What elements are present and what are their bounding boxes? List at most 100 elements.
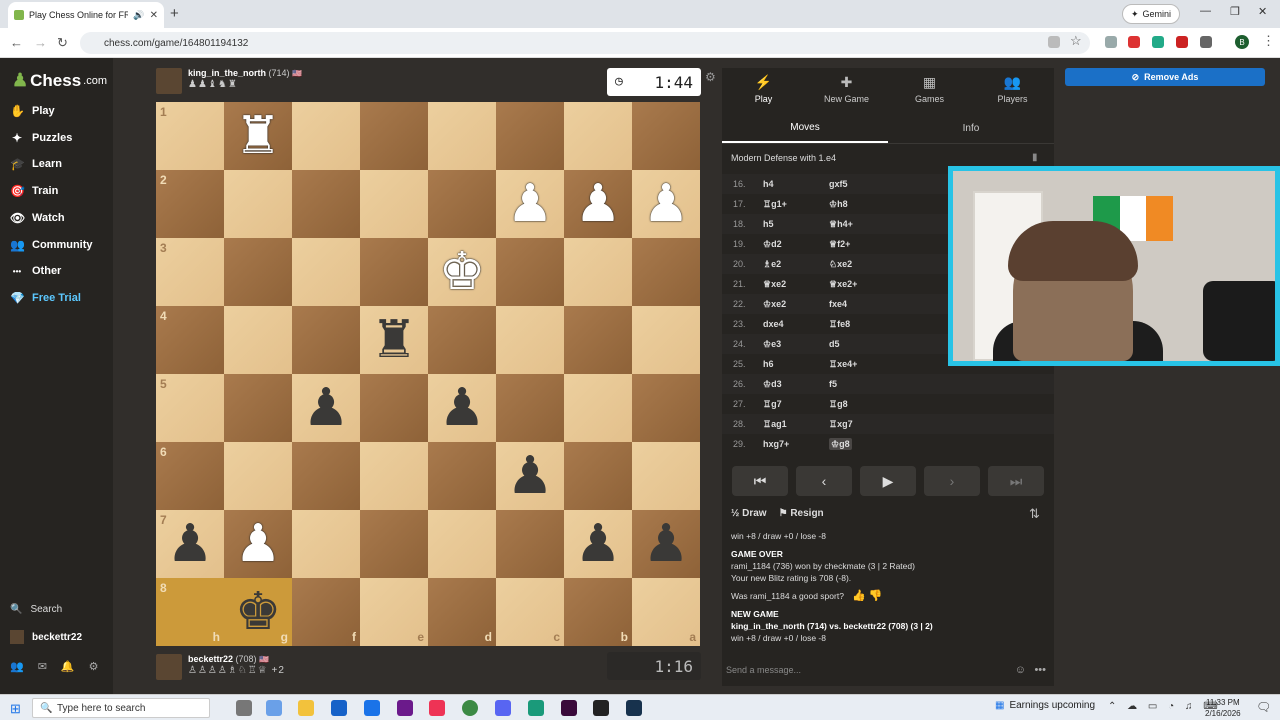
square-c4[interactable] (496, 306, 564, 374)
browser-tab[interactable]: Play Chess Online for FREE 🔊 ✕ (8, 2, 164, 28)
minimize-icon[interactable]: — (1200, 5, 1211, 17)
thumbs-down-icon[interactable]: 👎 (869, 590, 883, 602)
messages-icon[interactable]: ✉ (38, 660, 47, 673)
square-g3[interactable] (224, 238, 292, 306)
first-move-button[interactable]: ⏮ (732, 466, 788, 496)
sidebar-search[interactable]: 🔍 Search (10, 604, 62, 615)
last-move-button[interactable]: ⏭ (988, 466, 1044, 496)
previous-move-button[interactable]: ‹ (796, 466, 852, 496)
square-h5[interactable]: 5 (156, 374, 224, 442)
friends-icon[interactable]: 👥 (10, 660, 24, 673)
sidebar-item-other[interactable]: ••• Other (10, 261, 62, 281)
tab-play[interactable]: ⚡ Play (722, 68, 805, 110)
square-d6[interactable] (428, 442, 496, 510)
square-c3[interactable] (496, 238, 564, 306)
audio-icon[interactable]: 🔊 (133, 10, 144, 21)
tab-new-game[interactable]: ✚ New Game (805, 68, 888, 110)
square-a8[interactable]: a (632, 578, 700, 646)
opening-name[interactable]: Modern Defense with 1.e4 (731, 153, 836, 163)
sidebar-item-free-trial[interactable]: 💎 Free Trial (10, 288, 81, 308)
store-icon[interactable] (331, 700, 347, 716)
tab-moves[interactable]: Moves (722, 114, 888, 143)
black-move[interactable]: f5 (829, 379, 949, 389)
square-e7[interactable] (360, 510, 428, 578)
square-e8[interactable]: e (360, 578, 428, 646)
square-h8[interactable]: 8h (156, 578, 224, 646)
square-b4[interactable] (564, 306, 632, 374)
bottom-player-name[interactable]: beckettr22 (708) 🇺🇸 (188, 654, 285, 664)
square-a5[interactable] (632, 374, 700, 442)
white-king-icon[interactable]: ♚ (439, 246, 486, 298)
square-f7[interactable] (292, 510, 360, 578)
task-view-icon[interactable] (236, 700, 252, 716)
taskbar-search[interactable]: 🔍 Type here to search (32, 698, 210, 718)
square-f5[interactable]: ♟ (292, 374, 360, 442)
extension-icon[interactable] (1152, 36, 1164, 48)
square-d8[interactable]: d (428, 578, 496, 646)
square-d7[interactable] (428, 510, 496, 578)
black-move[interactable]: ♕f2+ (829, 239, 949, 250)
white-move[interactable]: dxe4 (763, 319, 829, 329)
steam-icon[interactable] (626, 700, 642, 716)
white-move[interactable]: ♕xe2 (763, 279, 829, 290)
sidebar-item-train[interactable]: 🎯 Train (10, 181, 58, 201)
music-icon[interactable] (429, 700, 445, 716)
square-b3[interactable] (564, 238, 632, 306)
black-pawn-icon[interactable]: ♟ (575, 518, 622, 570)
mail-icon[interactable] (364, 700, 380, 716)
extension-icon[interactable] (1105, 36, 1117, 48)
extension-icon[interactable] (1176, 36, 1188, 48)
square-h7[interactable]: 7 ♟ (156, 510, 224, 578)
next-move-button[interactable]: › (924, 466, 980, 496)
square-d4[interactable] (428, 306, 496, 374)
app-icon[interactable] (528, 700, 544, 716)
black-move[interactable]: ♕h4+ (829, 219, 949, 230)
square-b1[interactable] (564, 102, 632, 170)
white-pawn-icon[interactable]: ♟ (643, 178, 690, 230)
sidebar-user[interactable]: beckettr22 (10, 630, 82, 644)
square-a3[interactable] (632, 238, 700, 306)
square-g6[interactable] (224, 442, 292, 510)
app-icon[interactable] (561, 700, 577, 716)
square-e1[interactable] (360, 102, 428, 170)
square-f8[interactable]: f (292, 578, 360, 646)
square-e5[interactable] (360, 374, 428, 442)
square-a6[interactable] (632, 442, 700, 510)
white-move[interactable]: h6 (763, 359, 829, 369)
square-h2[interactable]: 2 (156, 170, 224, 238)
square-e3[interactable] (360, 238, 428, 306)
square-h3[interactable]: 3 (156, 238, 224, 306)
black-move[interactable]: ♖xg7 (829, 419, 949, 430)
avatar[interactable] (156, 68, 182, 94)
close-tab-icon[interactable]: ✕ (150, 10, 158, 21)
white-move[interactable]: ♔e3 (763, 339, 829, 350)
square-c1[interactable] (496, 102, 564, 170)
black-move[interactable]: ♘xe2 (829, 259, 949, 270)
taskbar-clock[interactable]: 11:33 PM 2/16/2026 (1205, 697, 1241, 719)
square-c6[interactable]: ♟ (496, 442, 564, 510)
square-c7[interactable] (496, 510, 564, 578)
square-f6[interactable] (292, 442, 360, 510)
square-g1[interactable]: ♜ (224, 102, 292, 170)
square-e4[interactable]: ♜ (360, 306, 428, 374)
board-settings-icon[interactable]: ⚙ (705, 70, 716, 84)
square-d1[interactable] (428, 102, 496, 170)
white-move[interactable]: ♖ag1 (763, 419, 829, 430)
black-move[interactable]: fxe4 (829, 299, 949, 309)
tab-players[interactable]: 👥 Players (971, 68, 1054, 110)
chrome-icon[interactable] (462, 700, 478, 716)
black-move[interactable]: ♔g8 (829, 437, 949, 450)
new-tab-button[interactable]: + (170, 5, 179, 22)
white-move[interactable]: ♖g7 (763, 399, 829, 410)
white-move[interactable]: h5 (763, 219, 829, 229)
black-pawn-icon[interactable]: ♟ (439, 382, 486, 434)
square-c2[interactable]: ♟ (496, 170, 564, 238)
white-move[interactable]: ♔d2 (763, 239, 829, 250)
square-a2[interactable]: ♟ (632, 170, 700, 238)
square-b6[interactable] (564, 442, 632, 510)
black-move[interactable]: ♖g8 (829, 399, 949, 410)
square-b7[interactable]: ♟ (564, 510, 632, 578)
notifications-icon[interactable]: 🔔 (61, 660, 75, 673)
square-g7[interactable]: ♟ (224, 510, 292, 578)
square-c5[interactable] (496, 374, 564, 442)
